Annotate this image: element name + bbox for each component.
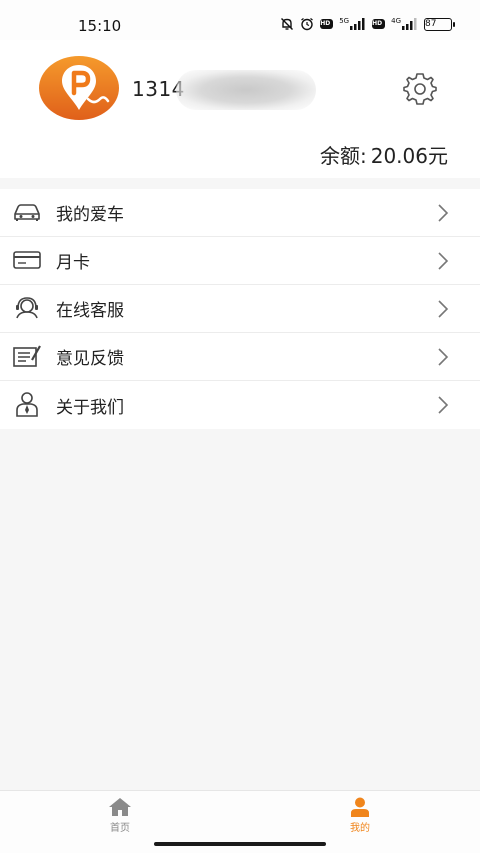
balance-display: 余额: 20.06元 — [320, 140, 448, 169]
battery-indicator: 87 — [424, 17, 455, 31]
status-bar: 15:10 HD 5G HD 4G 87 — [0, 0, 480, 40]
menu-item-about-us[interactable]: 关于我们 — [0, 381, 480, 429]
app-logo — [38, 55, 120, 121]
gear-icon — [403, 73, 437, 105]
tab-label: 首页 — [110, 823, 130, 834]
balance-value: 20.06元 — [370, 144, 448, 168]
home-icon — [109, 798, 131, 816]
hd-badge: HD — [320, 19, 334, 29]
menu-item-label: 月卡 — [56, 253, 90, 273]
status-time: 15:10 — [78, 17, 122, 35]
status-icons: HD 5G HD 4G 87 — [280, 15, 455, 33]
chevron-right-icon — [438, 348, 449, 366]
tab-home[interactable]: 首页 — [80, 797, 160, 834]
redacted-phone-mask — [176, 70, 316, 110]
menu-item-label: 在线客服 — [56, 301, 124, 321]
mute-bell-icon — [280, 17, 294, 31]
menu-item-label: 意见反馈 — [56, 349, 124, 369]
chevron-right-icon — [438, 396, 449, 414]
tab-label: 我的 — [350, 823, 370, 834]
signal-4g-icon: 4G — [391, 18, 418, 30]
menu-item-label: 关于我们 — [56, 397, 124, 418]
chevron-right-icon — [438, 204, 449, 222]
chevron-right-icon — [438, 252, 449, 270]
menu-item-my-car[interactable]: 我的爱车 — [0, 189, 480, 237]
menu-item-label: 我的爱车 — [56, 205, 124, 225]
menu-item-monthly-card[interactable]: 月卡 — [0, 237, 480, 285]
person-icon — [12, 391, 42, 417]
tab-mine[interactable]: 我的 — [320, 797, 400, 834]
alarm-icon — [300, 17, 314, 31]
menu-item-customer-service[interactable]: 在线客服 — [0, 285, 480, 333]
feedback-icon — [12, 343, 42, 369]
balance-label: 余额: — [319, 144, 367, 168]
menu-item-feedback[interactable]: 意见反馈 — [0, 333, 480, 381]
chevron-right-icon — [438, 300, 449, 318]
user-icon — [351, 797, 369, 817]
signal-5g-label: 5G — [339, 17, 350, 25]
signal-4g-label: 4G — [391, 17, 401, 25]
card-icon — [12, 247, 42, 273]
signal-5g-icon: 5G — [339, 18, 366, 30]
home-indicator[interactable] — [154, 842, 326, 846]
menu-list: 我的爱车 月卡 在线客服 意见反馈 关于我们 — [0, 189, 480, 429]
profile-header: 1314 余额: 20.06元 — [0, 40, 480, 178]
settings-button[interactable] — [402, 70, 438, 106]
hd-badge-2: HD — [372, 19, 386, 29]
car-icon — [12, 199, 42, 225]
headset-icon — [12, 295, 42, 321]
